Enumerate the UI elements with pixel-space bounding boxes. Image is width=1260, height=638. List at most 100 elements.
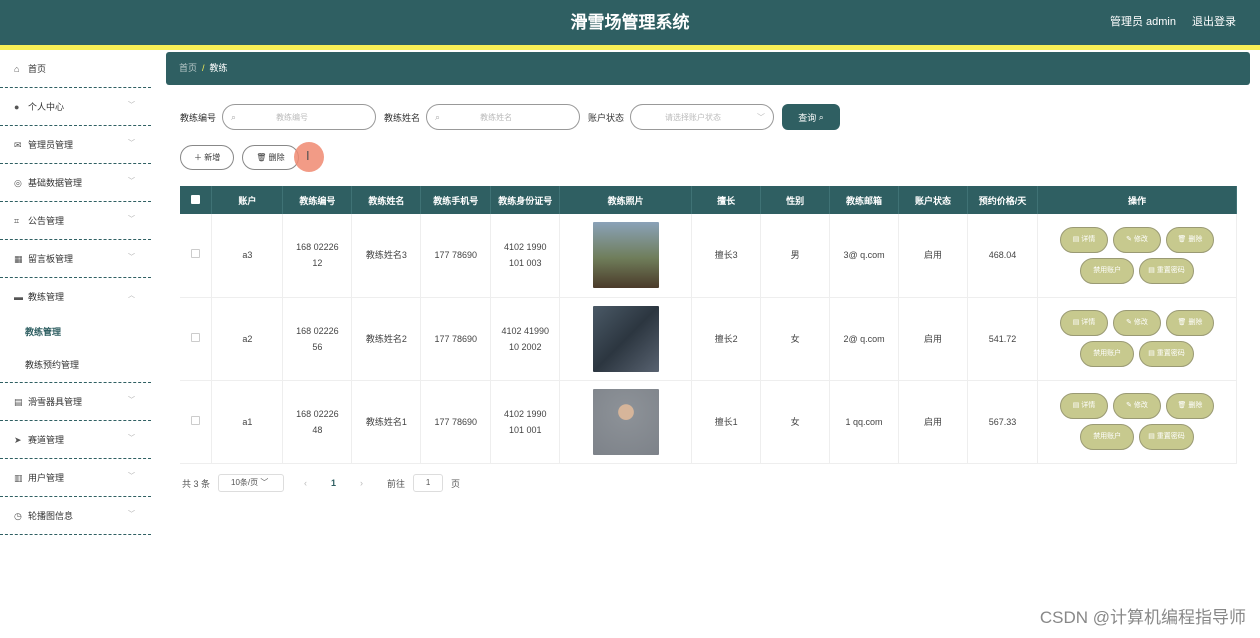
add-button[interactable]: ＋ 新增 (180, 145, 235, 170)
search-bar: 教练编号 ⌕ 教练编号 教练姓名 ⌕ 教练姓名 账户状态 请选择账户状态 ﹀ 查询 ⌕ (180, 104, 841, 130)
user-label: 管理员 admin (1109, 16, 1176, 28)
sidebar-item-equipment[interactable]: ▤ 滑雪器具管理 ﹀ (0, 383, 151, 421)
cell-coach-name: 教练姓名1 (351, 380, 422, 464)
col-idcard: 教练身份证号 (490, 186, 561, 214)
chevron-down-icon: ﹀ (128, 473, 135, 480)
breadcrumb-separator: / (202, 63, 205, 73)
row-delete-button[interactable]: 🗑 删除 (1165, 393, 1214, 419)
sidebar-sub-coach-manage[interactable]: 教练管理 (0, 316, 151, 349)
cell-phone: 177 78690 (420, 380, 492, 464)
cell-photo (559, 297, 693, 381)
logout-link[interactable]: 退出登录 (1192, 0, 1236, 45)
cell-photo (559, 380, 693, 464)
sidebar-item-carousel[interactable]: ◷ 轮播图信息 ﹀ (0, 497, 151, 535)
query-button[interactable]: 查询 ⌕ (782, 104, 841, 130)
trash-icon: 🗑 (256, 153, 267, 162)
top-bar: 滑雪场管理系统 管理员 admin 退出登录 (0, 0, 1260, 45)
account-status-select[interactable]: 请选择账户状态 ﹀ (630, 104, 775, 130)
cell-phone: 177 78690 (420, 297, 492, 381)
reset-password-button[interactable]: ▤ 重置密码 (1139, 257, 1194, 284)
app-title: 滑雪场管理系统 (570, 13, 690, 32)
breadcrumb-home[interactable]: 首页 (179, 63, 197, 73)
cell-status: 启用 (898, 380, 968, 464)
delete-button[interactable]: 🗑 删除 (242, 145, 299, 170)
cell-email: 2@ q.com (829, 297, 900, 381)
chevron-down-icon: ﹀ (128, 511, 135, 518)
page-unit-label: 页 (451, 478, 461, 489)
page-size-select[interactable]: 10条/页 ﹀ (218, 474, 285, 492)
coach-photo[interactable] (592, 388, 659, 455)
row-delete-button[interactable]: 🗑 删除 (1165, 226, 1214, 253)
cell-actions: ▤ 详情 ✎ 修改 🗑 删除 禁用账户 ▤ 重置密码 (1037, 380, 1238, 464)
page-number-current[interactable]: 1 (331, 478, 336, 488)
disable-account-button[interactable]: 禁用账户 (1080, 257, 1135, 284)
edit-button[interactable]: ✎ 修改 (1112, 310, 1161, 336)
accent-line (0, 45, 1260, 50)
sidebar-item-basic-data[interactable]: ◎ 基础数据管理 ﹀ (0, 164, 151, 202)
cell-idcard: 4102 1990 101 003 (490, 214, 561, 298)
chevron-down-icon: ﹀ (128, 397, 135, 404)
prev-page-icon[interactable]: ‹ (304, 478, 307, 488)
col-email: 教练邮箱 (829, 186, 900, 214)
sidebar-item-admin[interactable]: ✉ 管理员管理 ﹀ (0, 126, 151, 164)
coach-name-label: 教练姓名 (384, 112, 421, 123)
cell-price: 567.33 (967, 380, 1038, 464)
sidebar-item-notice[interactable]: ⌗ 公告管理 ﹀ (0, 202, 151, 240)
sidebar-item-track[interactable]: ➤ 赛道管理 ﹀ (0, 421, 151, 459)
chevron-down-icon: ﹀ (128, 178, 135, 185)
detail-button[interactable]: ▤ 详情 (1059, 310, 1108, 336)
sidebar-item-users[interactable]: ▥ 用户管理 ﹀ (0, 459, 151, 497)
sidebar-item-coach[interactable]: ▬ 教练管理 ︿ (0, 278, 151, 316)
row-checkbox[interactable] (191, 249, 201, 259)
cell-skill: 擅长3 (691, 214, 762, 298)
cell-status: 启用 (898, 214, 968, 298)
mail-icon: ✉ (14, 139, 22, 150)
row-checkbox[interactable] (191, 332, 201, 342)
col-phone: 教练手机号 (420, 186, 492, 214)
cell-actions: ▤ 详情 ✎ 修改 🗑 删除 禁用账户 ▤ 重置密码 (1037, 214, 1238, 298)
send-icon: ➤ (14, 434, 22, 445)
clock-icon: ◷ (14, 510, 22, 521)
select-all-checkbox[interactable] (191, 194, 201, 204)
goto-page-input[interactable]: 1 (413, 474, 444, 492)
cell-email: 1 qq.com (829, 380, 900, 464)
plus-icon: ＋ (194, 153, 202, 162)
crop-icon: ⌗ (14, 215, 20, 226)
reset-password-button[interactable]: ▤ 重置密码 (1139, 424, 1194, 450)
coach-photo[interactable] (592, 222, 659, 289)
cell-account: a3 (211, 214, 284, 298)
pagination: 共 3 条 10条/页 ﹀ ‹ 1 › 前往 1 页 (182, 474, 460, 492)
detail-button[interactable]: ▤ 详情 (1059, 393, 1108, 419)
home-icon: ⌂ (14, 63, 20, 74)
chevron-down-icon: ﹀ (260, 478, 269, 487)
sidebar-item-message[interactable]: ▦ 留言板管理 ﹀ (0, 240, 151, 278)
col-status: 账户状态 (898, 186, 968, 214)
cell-status: 启用 (898, 297, 968, 381)
row-checkbox[interactable] (191, 415, 201, 425)
cell-account: a2 (211, 297, 284, 381)
disable-account-button[interactable]: 禁用账户 (1080, 424, 1135, 450)
cell-coach-id: 168 02226 48 (282, 380, 353, 464)
disable-account-button[interactable]: 禁用账户 (1080, 341, 1135, 367)
search-icon: ⌕ (231, 111, 237, 122)
table-row: a2 168 02226 56 教练姓名2 177 78690 4102 4199… (180, 297, 1238, 381)
detail-button[interactable]: ▤ 详情 (1059, 226, 1108, 253)
sidebar-item-profile[interactable]: ● 个人中心 ﹀ (0, 88, 151, 126)
row-delete-button[interactable]: 🗑 删除 (1165, 310, 1214, 336)
next-page-icon[interactable]: › (360, 478, 363, 488)
edit-button[interactable]: ✎ 修改 (1112, 393, 1161, 419)
col-photo: 教练照片 (559, 186, 693, 214)
col-coach-name: 教练姓名 (351, 186, 422, 214)
chevron-down-icon: ﹀ (128, 435, 135, 442)
table-row: a1 168 02226 48 教练姓名1 177 78690 4102 1990… (180, 380, 1238, 464)
cell-actions: ▤ 详情 ✎ 修改 🗑 删除 禁用账户 ▤ 重置密码 (1037, 297, 1238, 381)
coach-photo[interactable] (592, 305, 659, 372)
coach-id-input[interactable]: ⌕ 教练编号 (222, 104, 377, 130)
coach-name-input[interactable]: ⌕ 教练姓名 (426, 104, 581, 130)
sidebar-item-home[interactable]: ⌂ 首页 (0, 50, 151, 88)
table-row: a3 168 02226 12 教练姓名3 177 78690 4102 1990… (180, 214, 1238, 298)
reset-password-button[interactable]: ▤ 重置密码 (1139, 341, 1194, 367)
sidebar-sub-coach-booking[interactable]: 教练预约管理 (0, 349, 151, 382)
edit-button[interactable]: ✎ 修改 (1112, 226, 1161, 253)
bank-icon: ▦ (14, 253, 23, 264)
